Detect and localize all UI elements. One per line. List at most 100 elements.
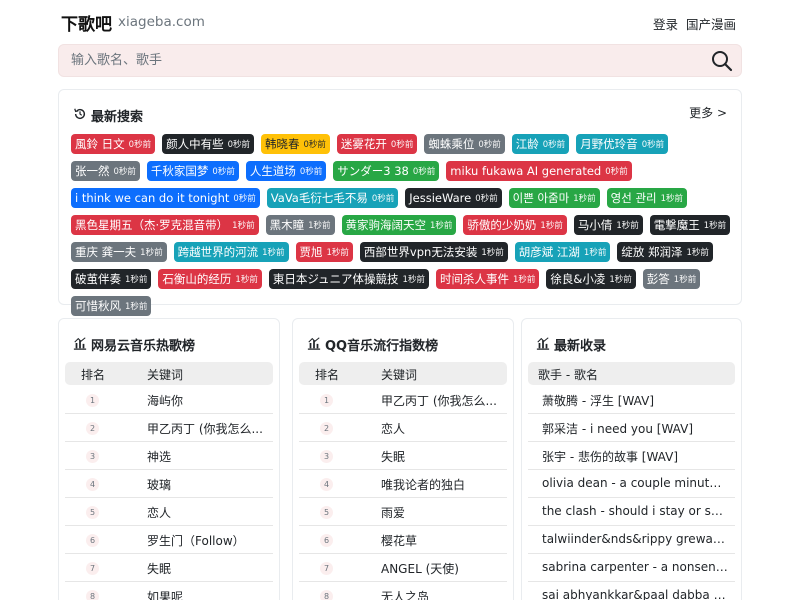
search-tag-text: 人生道场 [249, 164, 296, 178]
search-tag[interactable]: 破茧伴奏 1秒前 [71, 269, 152, 289]
song-link[interactable]: the clash - should i stay or shoul... [542, 504, 728, 518]
search-tag[interactable]: 電撃魔王 1秒前 [649, 215, 731, 235]
table-row[interactable]: 6 罗生门（Follow） [65, 526, 273, 554]
search-tag[interactable]: 彭答 1秒前 [642, 269, 701, 289]
search-tag[interactable]: 石衡山的经历 1秒前 [158, 269, 262, 289]
search-tag[interactable]: 张一然 0秒前 [71, 161, 140, 181]
keyword-link[interactable]: 雨爱 [381, 504, 405, 521]
search-tag[interactable]: 黑木瞳 1秒前 [265, 215, 335, 235]
table-row[interactable]: 4 唯我论者的独白 [299, 470, 507, 498]
table-row[interactable]: 3 神选 [65, 442, 273, 470]
keyword-link[interactable]: 恋人 [381, 420, 405, 437]
table-row[interactable]: 张宇 - 悲伤的故事 [WAV] [528, 442, 735, 470]
search-tag[interactable]: 영선 관리 1秒前 [606, 188, 688, 208]
table-row[interactable]: talwiinder&nds&rippy grewal - h... [528, 526, 735, 554]
search-tag[interactable]: 黄家驹海阔天空 1秒前 [341, 215, 457, 235]
search-tag[interactable]: 西部世界vpn无法安装 1秒前 [359, 242, 508, 262]
search-tag-time: 0秒前 [227, 140, 250, 150]
keyword-link[interactable]: 唯我论者的独白 [381, 476, 465, 493]
search-tag[interactable]: 胡彦斌 江湖 1秒前 [514, 242, 611, 262]
search-tag[interactable]: 黑色星期五（杰·罗克混音带） 1秒前 [71, 215, 259, 235]
search-tag[interactable]: 韩晓春 0秒前 [261, 134, 330, 154]
keyword-link[interactable]: 失眠 [381, 448, 405, 465]
keyword-link[interactable]: 神选 [147, 448, 171, 465]
search-tag[interactable]: i think we can do it tonight 0秒前 [71, 188, 260, 208]
keyword-link[interactable]: 玻璃 [147, 476, 171, 493]
search-tag[interactable]: 跨越世界的河流 1秒前 [173, 242, 289, 262]
search-tag[interactable]: JessieWare 0秒前 [405, 188, 502, 208]
song-link[interactable]: 萧敬腾 - 浮生 [WAV] [542, 392, 654, 409]
latest-rows: 萧敬腾 - 浮生 [WAV] 郭采洁 - i need you [WAV] 张宇 -… [528, 386, 735, 600]
table-row[interactable]: olivia dean - a couple minutes [... [528, 470, 735, 498]
keyword-link[interactable]: 恋人 [147, 504, 171, 521]
table-row[interactable]: 4 玻璃 [65, 470, 273, 498]
song-link[interactable]: sabrina carpenter - a nonsense ... [542, 560, 728, 574]
search-tag[interactable]: 时间杀人事件 1秒前 [435, 269, 540, 289]
search-tag[interactable]: 月野优玲音 0秒前 [576, 134, 669, 154]
table-row[interactable]: 7 ANGEL (天使) [299, 554, 507, 582]
search-tag[interactable]: 迷雾花开 0秒前 [336, 134, 418, 154]
search-tag[interactable]: 人生道场 0秒前 [245, 161, 327, 181]
table-row[interactable]: 3 失眠 [299, 442, 507, 470]
search-tag[interactable]: miku fukawa AI generated 0秒前 [446, 161, 632, 181]
rank-badge: 1 [86, 394, 99, 407]
table-row[interactable]: 5 恋人 [65, 498, 273, 526]
table-row[interactable]: 6 樱花草 [299, 526, 507, 554]
keyword-link[interactable]: 甲乙丙丁 (你我怎么... [381, 392, 497, 409]
table-row[interactable]: sai abhyankkar&paal dabba - ov... [528, 582, 735, 600]
search-tag[interactable]: VaVa毛衍七毛不易 0秒前 [266, 188, 399, 208]
search-tag[interactable]: 蜘蛛乘位 0秒前 [424, 134, 505, 154]
search-tag[interactable]: 骄傲的少奶奶 1秒前 [463, 215, 567, 235]
search-tag[interactable]: 徐良&小凌 1秒前 [546, 269, 636, 289]
rank-badge: 6 [86, 534, 99, 547]
search-tag-time: 0秒前 [412, 167, 436, 177]
search-tag[interactable]: 東日本ジュニア体操競技 1秒前 [268, 269, 429, 289]
search-icon[interactable] [711, 50, 733, 72]
keyword-link[interactable]: 海屿你 [147, 392, 183, 409]
search-tag-text: 黑木瞳 [269, 218, 305, 232]
song-link[interactable]: 张宇 - 悲伤的故事 [WAV] [542, 448, 678, 465]
table-row[interactable]: the clash - should i stay or shoul... [528, 498, 735, 526]
search-tag[interactable]: 贾旭 1秒前 [295, 242, 353, 262]
table-row[interactable]: 1 甲乙丙丁 (你我怎么... [299, 386, 507, 414]
table-row[interactable]: 2 甲乙丙丁 (你我怎么... [65, 414, 273, 442]
search-tag[interactable]: サンダー3 38 0秒前 [333, 161, 440, 181]
search-tag[interactable]: 绽放 郑润泽 1秒前 [617, 242, 713, 262]
search-tag[interactable]: 马小倩 1秒前 [573, 215, 643, 235]
anime-link[interactable]: 国产漫画 [686, 14, 736, 33]
keyword-link[interactable]: 甲乙丙丁 (你我怎么... [147, 420, 263, 437]
keyword-link[interactable]: ANGEL (天使) [381, 560, 459, 577]
search-tag[interactable]: 可惜秋风 1秒前 [71, 296, 152, 316]
table-row[interactable]: 8 无人之岛 [299, 582, 507, 600]
search-tag[interactable]: 이쁜 아줌마 1秒前 [508, 188, 600, 208]
keyword-link[interactable]: 樱花草 [381, 532, 417, 549]
keyword-link[interactable]: 罗生门（Follow） [147, 532, 245, 549]
table-row[interactable]: 7 失眠 [65, 554, 273, 582]
table-row[interactable]: 1 海屿你 [65, 386, 273, 414]
login-link[interactable]: 登录 [653, 14, 678, 33]
search-tag[interactable]: 千秋家国梦 0秒前 [146, 161, 239, 181]
search-tag[interactable]: 江龄 0秒前 [511, 134, 570, 154]
search-tag[interactable]: 重庆 龚一夫 1秒前 [71, 242, 167, 262]
table-row[interactable]: 萧敬腾 - 浮生 [WAV] [528, 386, 735, 414]
search-tag[interactable]: 風鈴 日文 0秒前 [71, 134, 156, 154]
table-row[interactable]: 2 恋人 [299, 414, 507, 442]
song-link[interactable]: olivia dean - a couple minutes [... [542, 476, 728, 490]
table-row[interactable]: 8 如果呢 [65, 582, 273, 600]
song-link[interactable]: 郭采洁 - i need you [WAV] [542, 420, 693, 437]
search-input[interactable] [71, 45, 691, 76]
rank-badge: 7 [86, 562, 99, 575]
table-row[interactable]: 郭采洁 - i need you [WAV] [528, 414, 735, 442]
table-row[interactable]: sabrina carpenter - a nonsense ... [528, 554, 735, 582]
keyword-link[interactable]: 如果呢 [147, 588, 183, 600]
search-tag[interactable]: 颜人中有些 0秒前 [162, 134, 254, 154]
song-link[interactable]: sai abhyankkar&paal dabba - ov... [542, 588, 728, 600]
more-link[interactable]: 更多 > [689, 104, 727, 121]
song-link[interactable]: talwiinder&nds&rippy grewal - h... [542, 532, 728, 546]
keyword-link[interactable]: 无人之岛 [381, 588, 429, 600]
table-row[interactable]: 5 雨爱 [299, 498, 507, 526]
search-tag-text: 骄傲的少奶奶 [467, 218, 537, 232]
qq-chart-title: QQ音乐流行指数榜 [325, 339, 439, 354]
keyword-link[interactable]: 失眠 [147, 560, 171, 577]
site-logo[interactable]: 下歌吧 [61, 10, 112, 35]
